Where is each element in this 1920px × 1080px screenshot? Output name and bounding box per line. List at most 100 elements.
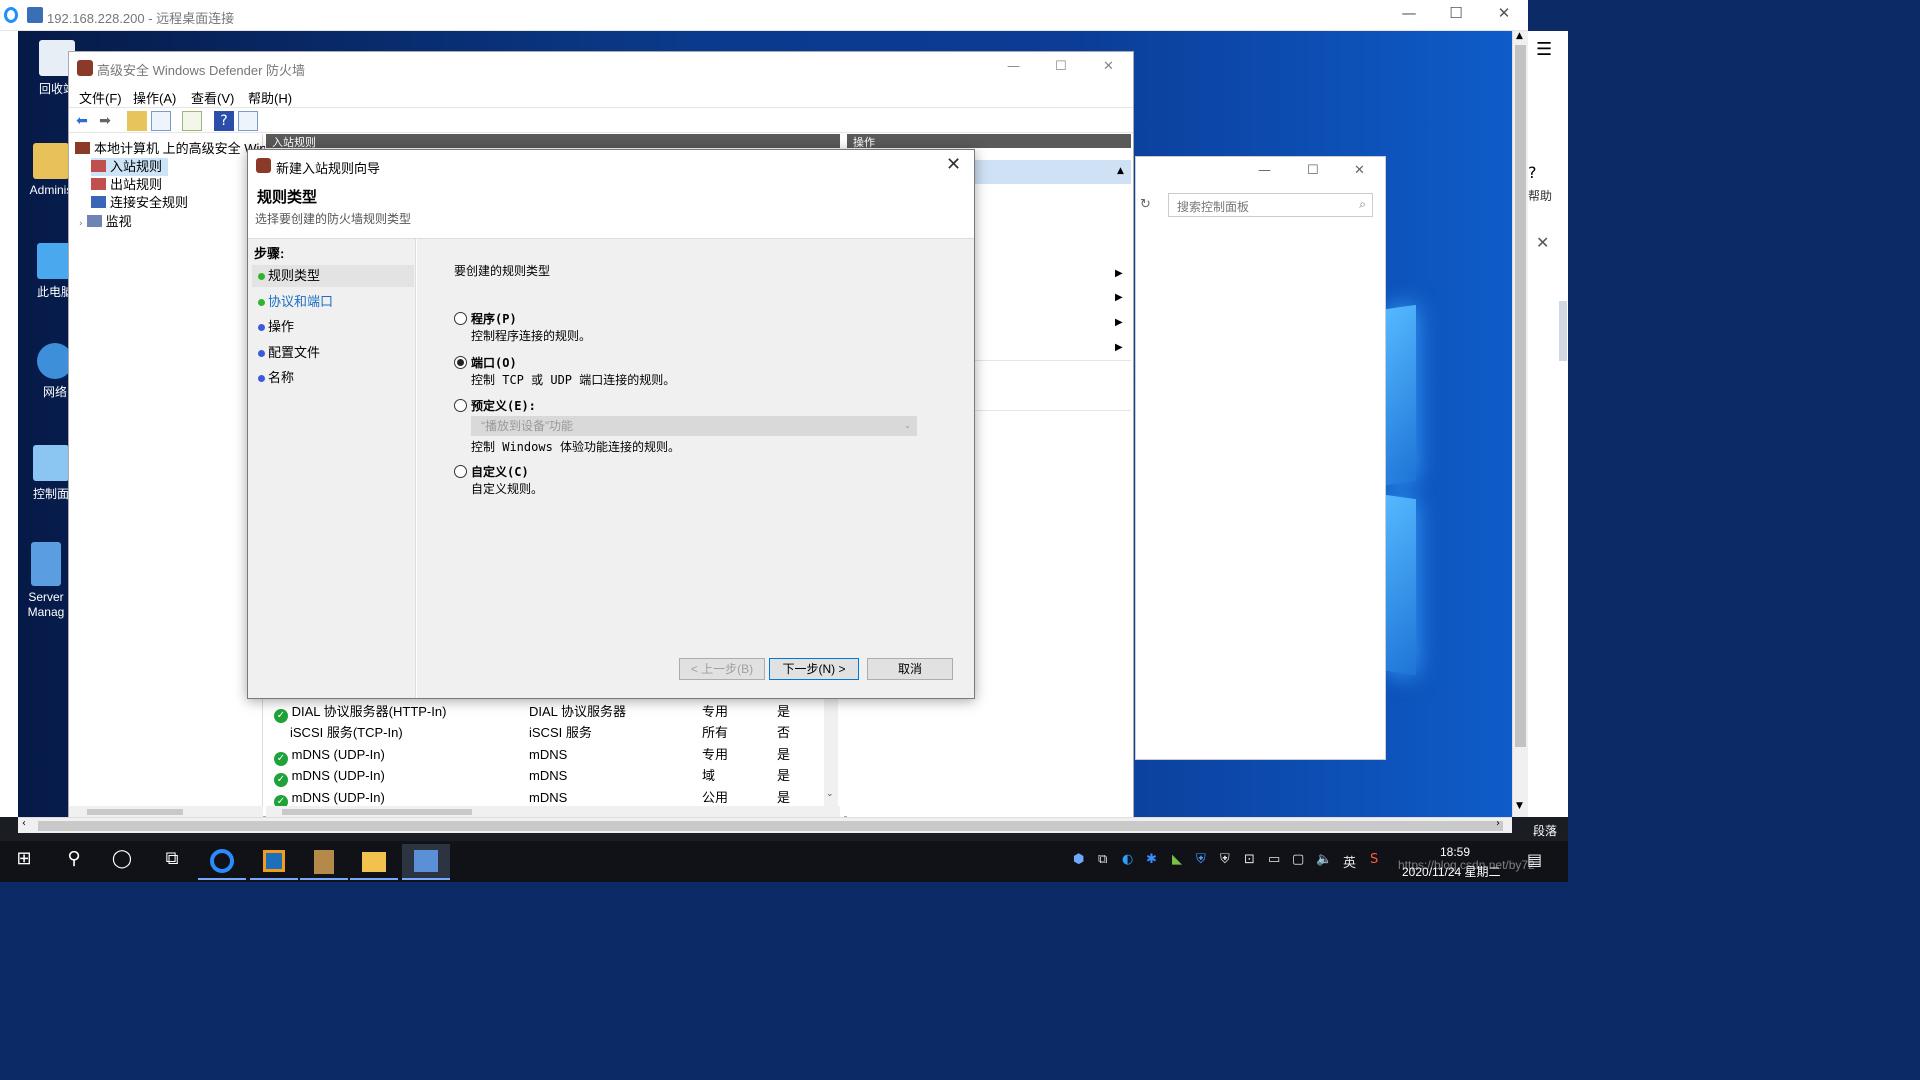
tray-nvidia-icon[interactable]: ◣ [1172, 852, 1182, 867]
search-control-panel-input[interactable]: 搜索控制面板 ⌕ [1168, 193, 1373, 217]
up-folder-icon[interactable] [127, 111, 147, 131]
tray-network-adapter-icon[interactable]: ⊡ [1244, 852, 1255, 867]
submenu-arrow-icon[interactable]: ▶ [1115, 317, 1123, 328]
rdp-hscroll-thumb[interactable] [38, 821, 1503, 831]
cortana-icon[interactable]: ◯ [108, 848, 136, 874]
back-icon[interactable]: ⬅ [72, 111, 92, 131]
rdp-vertical-scrollbar[interactable]: ▲ ▼ [1512, 31, 1528, 817]
fw-maximize-button[interactable]: ☐ [1055, 59, 1067, 74]
panel-scrollbar[interactable] [1559, 301, 1567, 361]
taskbar-app-archive[interactable] [300, 844, 348, 880]
tray-bluetooth-icon[interactable]: ✱ [1146, 852, 1157, 867]
rdp-minimize-button[interactable]: — [1394, 4, 1424, 26]
table-row[interactable]: ✓ mDNS (UDP-In) mDNS 公用 是 [270, 787, 830, 809]
fw-minimize-button[interactable]: — [1007, 59, 1020, 74]
tray-edge-icon[interactable]: ◐ [1122, 852, 1133, 867]
menu-action[interactable]: 操作(A) [133, 88, 176, 107]
help-icon[interactable]: ? [1528, 163, 1537, 182]
export-list-icon[interactable] [182, 111, 202, 131]
next-button[interactable]: 下一步(N) > [769, 658, 859, 680]
radio-predefined[interactable] [454, 399, 467, 412]
table-row[interactable]: iSCSI 服务(TCP-In) iSCSI 服务 所有 否 [270, 722, 830, 743]
table-row[interactable]: ✓ mDNS (UDP-In) mDNS 域 是 [270, 765, 830, 787]
taskbar-app-edge[interactable] [198, 844, 246, 880]
tray-monitor-icon[interactable]: ▢ [1292, 852, 1304, 867]
tree-item-connection-security[interactable]: 连接安全规则 [91, 194, 188, 212]
desktop-icon-server-manager[interactable]: Server Manag [22, 542, 70, 620]
submenu-arrow-icon[interactable]: ▶ [1115, 292, 1123, 303]
rdp-maximize-button[interactable]: ☐ [1441, 4, 1471, 26]
notification-icon[interactable]: ▤ [1527, 850, 1542, 869]
tree-root[interactable]: 本地计算机 上的高级安全 Wind [75, 140, 265, 158]
cancel-button[interactable]: 取消 [867, 658, 953, 680]
submenu-arrow-icon[interactable]: ▶ [1115, 342, 1123, 353]
taskbar-app-vmware[interactable] [250, 844, 298, 880]
tray-windows-icon[interactable]: ⧉ [1098, 852, 1107, 867]
cp-maximize-button[interactable]: ☐ [1307, 163, 1319, 178]
radio-custom[interactable] [454, 465, 467, 478]
tree-hscroll-thumb[interactable] [87, 809, 183, 815]
table-row[interactable]: ✓ mDNS (UDP-In) mDNS 专用 是 [270, 744, 830, 766]
back-button[interactable]: < 上一步(B) [679, 658, 765, 680]
collapse-icon[interactable]: ▲ [1117, 166, 1124, 176]
host-left-strip [0, 31, 18, 833]
show-action-pane-icon[interactable] [238, 111, 258, 131]
tree-item-inbound-rules[interactable]: 入站规则 [91, 158, 169, 176]
option-port-label[interactable]: 端口(O) [471, 354, 517, 371]
tray-3d-icon[interactable]: ⬢ [1073, 852, 1084, 867]
menu-file[interactable]: 文件(F) [79, 88, 122, 107]
menu-view[interactable]: 查看(V) [191, 88, 234, 107]
taskbar-app-rdp[interactable] [402, 844, 450, 880]
menu-icon[interactable]: ☰ [1536, 39, 1552, 60]
scroll-down-icon[interactable]: ▼ [1516, 801, 1523, 811]
show-hide-tree-icon[interactable] [151, 111, 171, 131]
help-book-icon[interactable]: ? [214, 111, 234, 131]
clock-time[interactable]: 18:59 [1440, 845, 1470, 859]
tray-sogou-icon[interactable]: S [1370, 852, 1378, 867]
tray-shield-icon[interactable]: ⛨ [1196, 852, 1206, 867]
taskbar-app-explorer[interactable] [350, 844, 398, 880]
option-custom-label[interactable]: 自定义(C) [471, 463, 529, 480]
predefined-select[interactable]: “播放到设备”功能 ⌄ [471, 416, 917, 436]
fw-close-button[interactable]: ✕ [1103, 59, 1114, 74]
step-action[interactable]: 操作 [252, 316, 414, 338]
forward-icon[interactable]: ➡ [95, 111, 115, 131]
ime-indicator[interactable]: 英 [1343, 852, 1356, 871]
tree-item-outbound-rules[interactable]: 出站规则 [91, 176, 162, 194]
step-profile[interactable]: 配置文件 [252, 342, 414, 364]
new-inbound-rule-wizard: 新建入站规则向导 ✕ 规则类型 选择要创建的防火墙规则类型 步骤: 规则类型 协… [247, 149, 975, 699]
cp-close-button[interactable]: ✕ [1354, 163, 1365, 178]
radio-port[interactable] [454, 356, 467, 369]
scroll-right-icon[interactable]: › [1496, 818, 1500, 829]
menu-help[interactable]: 帮助(H) [248, 88, 292, 107]
radio-program[interactable] [454, 312, 467, 325]
task-view-icon[interactable]: ⧉ [158, 848, 186, 874]
submenu-arrow-icon[interactable]: ▶ [1115, 268, 1123, 279]
tray-battery-icon[interactable]: ▭ [1268, 852, 1280, 867]
refresh-icon[interactable]: ↻ [1140, 197, 1151, 212]
start-windows-icon[interactable]: ⊞ [10, 848, 38, 874]
tray-defender-icon[interactable]: ⛨ [1220, 852, 1230, 867]
tree-item-monitoring[interactable]: › 监视 [79, 213, 132, 231]
wizard-close-button[interactable]: ✕ [946, 154, 961, 175]
step-protocol-ports[interactable]: 协议和端口 [252, 291, 414, 313]
scroll-down-icon[interactable]: ⌄ [826, 789, 834, 799]
search-icon[interactable]: ⚲ [60, 848, 88, 874]
cp-minimize-button[interactable]: — [1258, 163, 1271, 178]
tray-volume-muted-icon[interactable]: 🔈 [1316, 852, 1332, 867]
step-rule-type[interactable]: 规则类型 [252, 265, 414, 287]
panel-close-icon[interactable]: ✕ [1536, 233, 1549, 252]
rdp-close-button[interactable]: ✕ [1489, 4, 1519, 26]
rdp-horizontal-scrollbar[interactable]: ‹ › [18, 817, 1512, 833]
rules-hscroll-thumb[interactable] [282, 809, 472, 815]
expand-chevron-icon[interactable]: › [79, 219, 83, 229]
scroll-left-icon[interactable]: ‹ [22, 818, 26, 829]
scroll-up-icon[interactable]: ▲ [1516, 31, 1523, 41]
rules-vscroll[interactable]: ⌄ [824, 699, 838, 806]
desktop-icon-label: 控制面 [32, 487, 69, 501]
table-row[interactable]: ✓ DIAL 协议服务器(HTTP-In) DIAL 协议服务器 专用 是 [270, 701, 830, 723]
step-name[interactable]: 名称 [252, 367, 414, 389]
rdp-vscroll-thumb[interactable] [1515, 45, 1526, 747]
option-program-label[interactable]: 程序(P) [471, 310, 517, 327]
option-predefined-label[interactable]: 预定义(E): [471, 397, 536, 414]
